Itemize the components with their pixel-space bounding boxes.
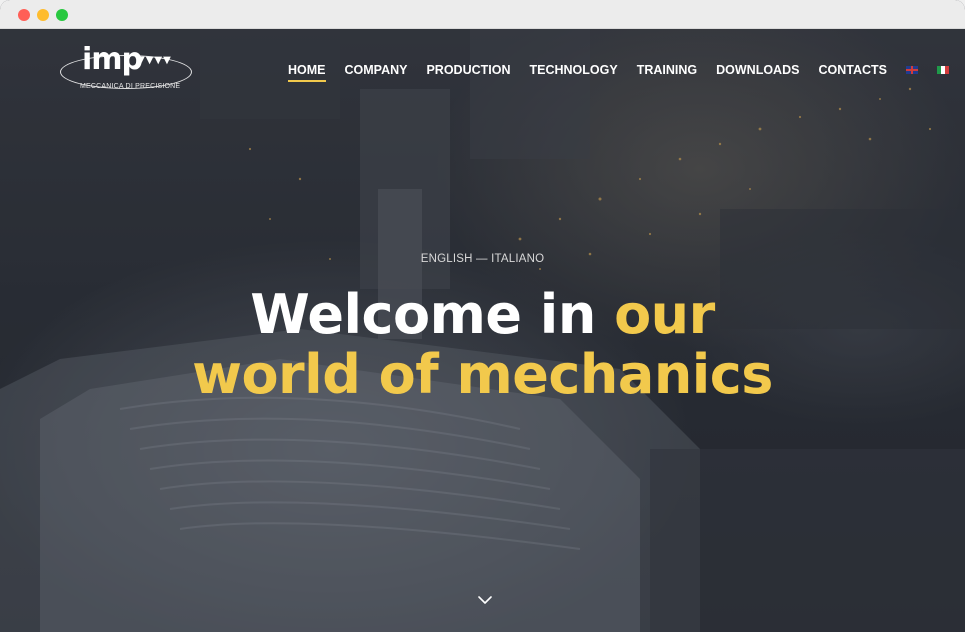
headline-accent-text-1: our xyxy=(614,283,715,346)
headline-accent-text-2: world of mechanics xyxy=(192,343,773,406)
nav-item-downloads[interactable]: DOWNLOADS xyxy=(716,63,799,77)
headline-white-text: Welcome in xyxy=(250,283,615,346)
nav-item-training[interactable]: TRAINING xyxy=(637,63,697,77)
logo-tagline: MECCANICA DI PRECISIONE xyxy=(80,83,181,90)
logo-mark: imp xyxy=(82,42,143,77)
hero-section: imp ▼▼▼▼ MECCANICA DI PRECISIONE HOME CO… xyxy=(0,29,965,632)
nav-item-technology[interactable]: TECHNOLOGY xyxy=(530,63,618,77)
hero-headline: Welcome in our world of mechanics xyxy=(0,285,965,405)
site-logo[interactable]: imp ▼▼▼▼ MECCANICA DI PRECISIONE xyxy=(60,41,195,97)
window-titlebar xyxy=(0,0,965,29)
language-switch[interactable]: ENGLISH — ITALIANO xyxy=(0,253,965,265)
minimize-window-button[interactable] xyxy=(37,9,49,21)
nav-item-home[interactable]: HOME xyxy=(288,63,326,82)
logo-arrows: ▼▼▼▼ xyxy=(137,55,172,66)
nav-item-company[interactable]: COMPANY xyxy=(345,63,408,77)
maximize-window-button[interactable] xyxy=(56,9,68,21)
flag-uk-icon[interactable] xyxy=(905,66,918,74)
chevron-down-icon[interactable] xyxy=(478,595,492,605)
nav-item-production[interactable]: PRODUCTION xyxy=(426,63,510,77)
nav-item-contacts[interactable]: CONTACTS xyxy=(818,63,887,77)
main-nav: HOME COMPANY PRODUCTION TECHNOLOGY TRAIN… xyxy=(288,60,949,82)
close-window-button[interactable] xyxy=(18,9,30,21)
browser-window: imp ▼▼▼▼ MECCANICA DI PRECISIONE HOME CO… xyxy=(0,0,965,632)
flag-italy-icon[interactable] xyxy=(936,66,949,74)
